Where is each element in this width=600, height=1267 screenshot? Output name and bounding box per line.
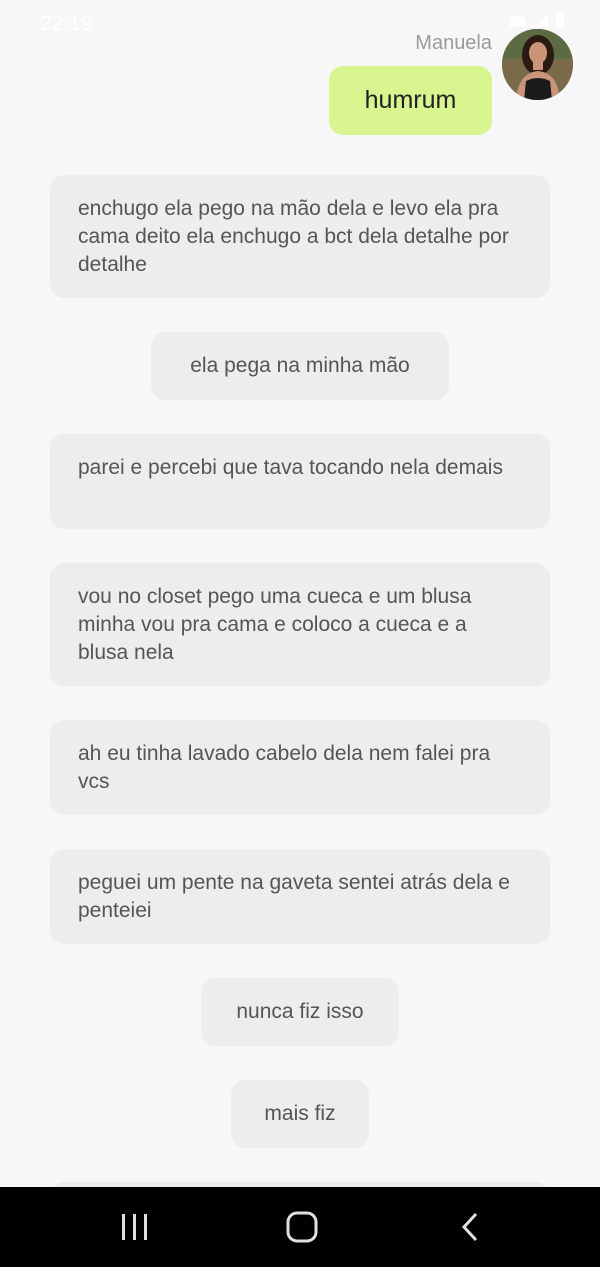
outgoing-message[interactable]: humrum	[329, 66, 492, 135]
message-bubble[interactable]: mais fiz	[231, 1080, 369, 1148]
back-icon	[461, 1212, 478, 1242]
sender-name: Manuela	[415, 32, 492, 54]
signal-icon	[534, 15, 548, 27]
message-bubble[interactable]: parei e percebi que tava tocando nela de…	[50, 434, 550, 529]
home-icon	[286, 1211, 318, 1243]
back-button[interactable]	[410, 1187, 530, 1267]
home-button[interactable]	[242, 1187, 362, 1267]
status-time: 22:19	[40, 12, 93, 35]
avatar-photo	[502, 29, 573, 100]
message-bubble[interactable]: ah eu tinha lavado cabelo dela nem falei…	[50, 720, 550, 815]
message-bubble[interactable]: vou no closet pego uma cueca e um blusa …	[50, 563, 550, 686]
status-bar: 22:19	[0, 0, 600, 44]
wifi-icon	[510, 15, 526, 27]
navigation-bar	[0, 1187, 600, 1267]
message-bubble[interactable]: peguei um pente na gaveta sentei atrás d…	[50, 849, 550, 944]
recent-apps-button[interactable]	[75, 1187, 195, 1267]
avatar[interactable]	[502, 29, 573, 100]
message-bubble[interactable]: enchugo ela pego na mão dela e levo ela …	[50, 175, 550, 298]
status-icons	[510, 14, 564, 28]
message-bubble[interactable]: nunca fiz isso	[201, 978, 399, 1046]
battery-icon	[556, 14, 564, 28]
recent-apps-icon	[122, 1214, 147, 1240]
message-bubble[interactable]: ela pega na minha mão	[151, 332, 449, 400]
